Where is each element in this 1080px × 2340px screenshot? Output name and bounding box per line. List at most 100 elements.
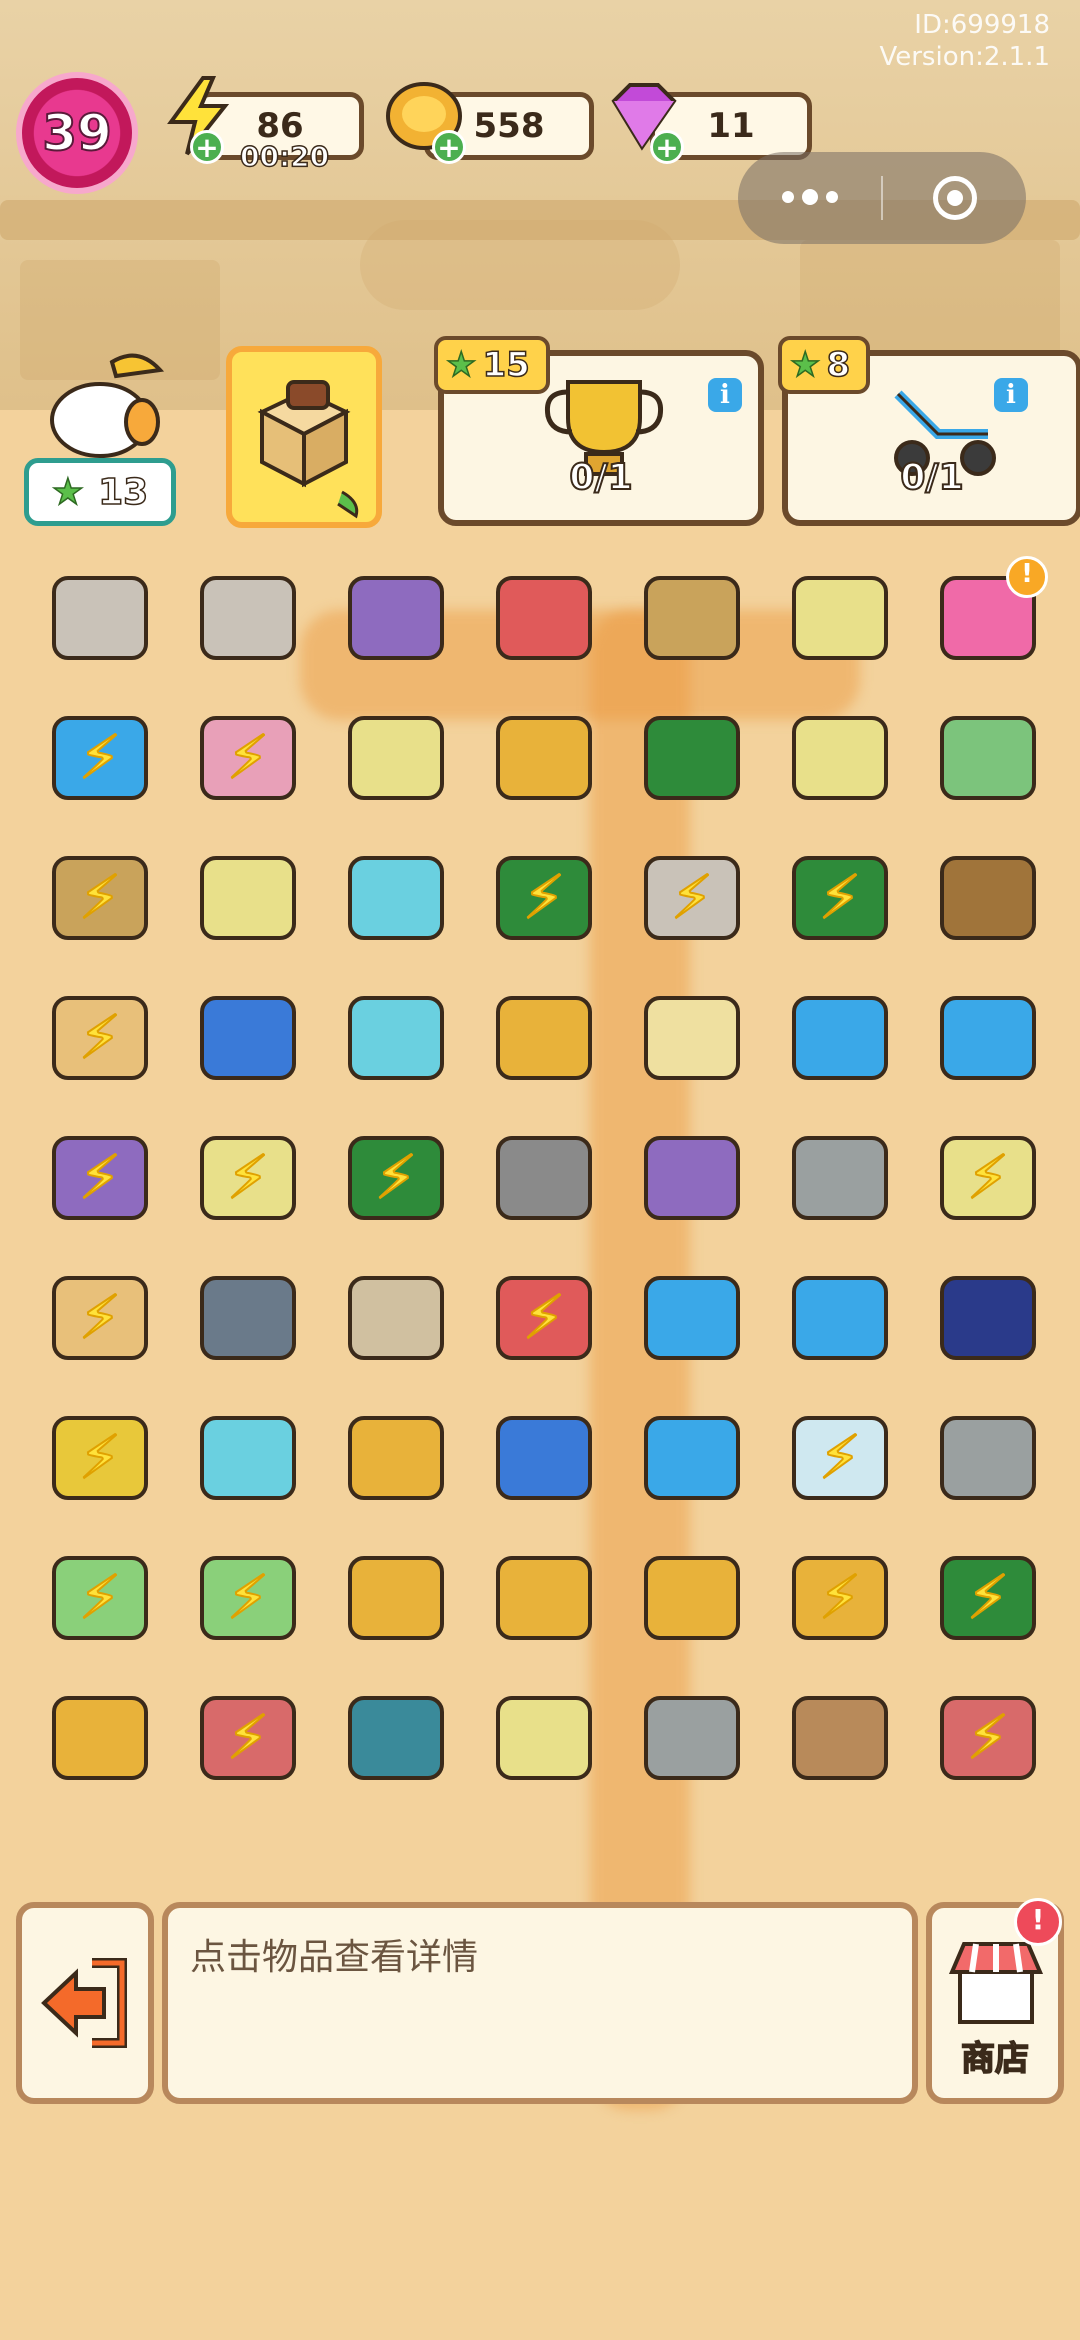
add-gems-button[interactable]: + bbox=[650, 130, 684, 164]
board-cell[interactable]: ⚡ bbox=[766, 1388, 914, 1528]
board-cell[interactable]: ⚡ bbox=[174, 1668, 322, 1808]
board-cell[interactable]: ⚡ bbox=[26, 1248, 174, 1388]
frame-icon bbox=[792, 576, 888, 660]
board-cell[interactable] bbox=[766, 688, 914, 828]
board-cell[interactable]: ! bbox=[914, 548, 1062, 688]
board-cell[interactable] bbox=[766, 548, 914, 688]
board-cell[interactable] bbox=[174, 1388, 322, 1528]
board-cell[interactable] bbox=[470, 1528, 618, 1668]
board-cell[interactable]: ⚡ bbox=[914, 1668, 1062, 1808]
board-cell[interactable] bbox=[914, 1388, 1062, 1528]
shop-button[interactable]: ! 商店 bbox=[926, 1898, 1064, 2104]
board-cell[interactable] bbox=[766, 1248, 914, 1388]
board-cell[interactable]: ⚡ bbox=[470, 1248, 618, 1388]
board-cell[interactable]: ⚡ bbox=[26, 968, 174, 1108]
version-label: Version:2.1.1 bbox=[879, 42, 1050, 72]
board-cell[interactable] bbox=[914, 688, 1062, 828]
board-cell[interactable] bbox=[618, 1108, 766, 1248]
item-details-panel: 点击物品查看详情 bbox=[162, 1902, 918, 2104]
board-cell[interactable]: ⚡ bbox=[26, 688, 174, 828]
player-level-badge[interactable]: 39 bbox=[16, 72, 138, 194]
board-cell[interactable] bbox=[174, 968, 322, 1108]
board-cell[interactable] bbox=[26, 548, 174, 688]
board-cell[interactable] bbox=[470, 548, 618, 688]
board-cell[interactable]: ⚡ bbox=[26, 1388, 174, 1528]
board-cell[interactable] bbox=[26, 1668, 174, 1808]
shop-building-icon bbox=[200, 1416, 296, 1500]
rope-coil-icon bbox=[940, 856, 1036, 940]
add-coins-button[interactable]: + bbox=[432, 130, 466, 164]
quest-card-scooter[interactable]: ★ 8 i 0/1 bbox=[778, 336, 1080, 526]
board-cell[interactable] bbox=[470, 1668, 618, 1808]
board-cell[interactable] bbox=[914, 828, 1062, 968]
board-cell[interactable] bbox=[322, 828, 470, 968]
grip-trainer-icon bbox=[940, 1416, 1036, 1500]
board-cell[interactable] bbox=[766, 1668, 914, 1808]
board-cell[interactable] bbox=[618, 1388, 766, 1528]
board-cell[interactable]: ⚡ bbox=[470, 828, 618, 968]
player-avatar[interactable] bbox=[40, 340, 170, 460]
exercise-bench-icon bbox=[940, 996, 1036, 1080]
board-cell[interactable] bbox=[618, 688, 766, 828]
star-icon: ★ bbox=[445, 344, 477, 386]
exit-button[interactable] bbox=[16, 1902, 154, 2104]
robot-vacuum-icon bbox=[52, 716, 148, 800]
board-cell[interactable] bbox=[322, 1388, 470, 1528]
board-cell[interactable]: ⚡ bbox=[26, 828, 174, 968]
board-cell[interactable]: ⚡ bbox=[26, 1528, 174, 1668]
more-menu-button[interactable] bbox=[738, 189, 881, 205]
board-cell[interactable] bbox=[174, 828, 322, 968]
info-icon[interactable]: i bbox=[708, 378, 742, 412]
board-cell[interactable] bbox=[322, 1248, 470, 1388]
open-box-icon bbox=[348, 1556, 444, 1640]
quest-card-trophy[interactable]: ★ 15 i 0/1 bbox=[434, 336, 764, 526]
board-cell[interactable] bbox=[618, 968, 766, 1108]
board-cell[interactable]: ⚡ bbox=[174, 1528, 322, 1668]
circuit-board-icon bbox=[496, 1416, 592, 1500]
board-cell[interactable] bbox=[470, 1388, 618, 1528]
exit-icon bbox=[41, 1958, 127, 2048]
board-cell[interactable]: ⚡ bbox=[322, 1108, 470, 1248]
board-cell[interactable] bbox=[322, 968, 470, 1108]
board-cell[interactable] bbox=[174, 1248, 322, 1388]
board-cell[interactable] bbox=[618, 1668, 766, 1808]
board-cell[interactable] bbox=[322, 1668, 470, 1808]
merge-board: ! ⚡ ⚡ ⚡ ⚡ ⚡ ⚡ ⚡ ⚡ ⚡ ⚡ ⚡ ⚡ ⚡ ⚡ ⚡ ⚡ ⚡ ⚡ ⚡ ⚡ ⚡ bbox=[26, 548, 1062, 1808]
cabinet-cactus-icon bbox=[644, 1556, 740, 1640]
shop-label: 商店 bbox=[960, 2038, 1030, 2080]
quest-reward-tag: ★ 15 bbox=[434, 336, 550, 394]
quest-reward-tag: ★ 8 bbox=[778, 336, 871, 394]
board-cell[interactable] bbox=[322, 1528, 470, 1668]
board-cell[interactable]: ⚡ bbox=[618, 828, 766, 968]
board-cell[interactable] bbox=[470, 1108, 618, 1248]
board-cell[interactable] bbox=[470, 688, 618, 828]
board-cell[interactable]: ⚡ bbox=[914, 1108, 1062, 1248]
board-cell[interactable] bbox=[322, 688, 470, 828]
board-cell[interactable]: ⚡ bbox=[174, 1108, 322, 1248]
board-cell[interactable] bbox=[618, 548, 766, 688]
board-cell[interactable] bbox=[914, 1248, 1062, 1388]
add-energy-button[interactable]: + bbox=[190, 130, 224, 164]
board-cell[interactable]: ⚡ bbox=[174, 688, 322, 828]
board-cell[interactable]: ⚡ bbox=[914, 1528, 1062, 1668]
lifeguard-chair-icon bbox=[348, 1696, 444, 1780]
bird-statue-icon bbox=[644, 856, 740, 940]
locker-icon bbox=[348, 1276, 444, 1360]
board-cell[interactable] bbox=[174, 548, 322, 688]
board-cell[interactable] bbox=[470, 968, 618, 1108]
board-cell[interactable] bbox=[322, 548, 470, 688]
selected-item-slot[interactable] bbox=[226, 346, 382, 528]
board-cell[interactable] bbox=[618, 1528, 766, 1668]
coin-value: 558 bbox=[473, 106, 545, 146]
gold-medal-icon bbox=[348, 1416, 444, 1500]
board-cell[interactable] bbox=[766, 1108, 914, 1248]
board-cell[interactable] bbox=[618, 1248, 766, 1388]
board-cell[interactable] bbox=[766, 968, 914, 1108]
board-cell[interactable]: ⚡ bbox=[766, 828, 914, 968]
board-cell[interactable]: ⚡ bbox=[766, 1528, 914, 1668]
star-icon: ★ bbox=[789, 344, 821, 386]
board-cell[interactable]: ⚡ bbox=[26, 1108, 174, 1248]
close-miniprogram-button[interactable] bbox=[883, 176, 1026, 220]
board-cell[interactable] bbox=[914, 968, 1062, 1108]
junk-pile-icon bbox=[52, 1136, 148, 1220]
